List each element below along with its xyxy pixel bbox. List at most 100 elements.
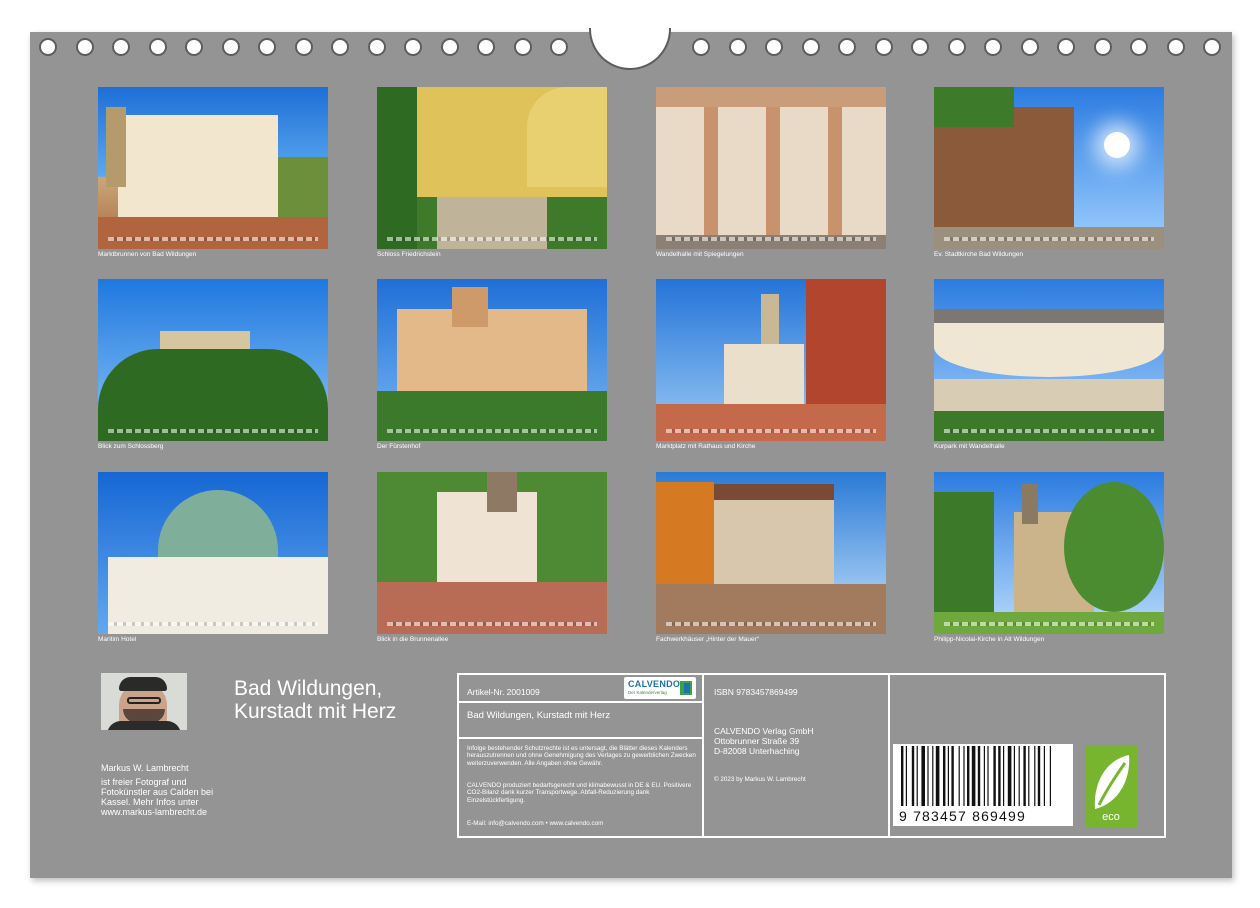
binding-hole bbox=[728, 38, 747, 56]
binding-hole bbox=[911, 38, 929, 56]
binding-hole bbox=[148, 38, 167, 56]
photo-caption: Philipp-Nicolai-Kirche in Alt Wildungen bbox=[934, 636, 1045, 643]
barcode-bar bbox=[971, 746, 976, 806]
eco-badge: eco bbox=[1085, 745, 1137, 827]
binding-hole bbox=[331, 38, 349, 56]
photo-marktplatz bbox=[656, 279, 886, 441]
barcode-bar bbox=[983, 746, 985, 806]
binding-hole bbox=[513, 38, 532, 56]
barcode-bar bbox=[967, 746, 970, 806]
binding-hole bbox=[39, 38, 57, 56]
photo-wandelhalle bbox=[656, 87, 886, 249]
binding-hole bbox=[404, 38, 422, 56]
eco-text: CALVENDO produziert bedarfsgerecht und k… bbox=[467, 782, 692, 804]
barcode-bar bbox=[958, 746, 960, 806]
barcode-bar bbox=[911, 746, 915, 806]
photo-caption: Marktplatz mit Rathaus und Kirche bbox=[656, 443, 756, 450]
barcode-bar bbox=[1043, 746, 1045, 806]
barcode-bar bbox=[993, 746, 996, 806]
binding-hole bbox=[947, 38, 966, 56]
binding-hole bbox=[874, 38, 893, 56]
photo-kurpark bbox=[934, 279, 1164, 441]
calendar-title-line1: Bad Wildungen, bbox=[234, 677, 383, 700]
eco-label: eco bbox=[1102, 811, 1120, 823]
binding-hole bbox=[550, 38, 568, 56]
author-photo bbox=[101, 673, 187, 730]
binding-hole bbox=[221, 38, 240, 56]
publisher-city: D-82008 Unterhaching bbox=[714, 746, 800, 756]
photo-stadtkirche bbox=[934, 87, 1164, 249]
binding-hole bbox=[984, 38, 1002, 56]
barcode-bar bbox=[916, 746, 918, 806]
photo-caption: Schloss Friedrichstein bbox=[377, 251, 441, 258]
article-number: Artikel-Nr. 2001009 bbox=[467, 687, 540, 697]
calendar-title: Bad Wildungen, Kurstadt mit Herz bbox=[234, 677, 396, 723]
calvendo-logo: CALVENDO Der Kalenderverlag bbox=[624, 677, 696, 699]
binding-hole bbox=[185, 38, 203, 56]
binding-hole bbox=[477, 38, 495, 56]
binding-hole bbox=[112, 38, 130, 56]
barcode-digits: 9 783457 869499 bbox=[899, 808, 1026, 824]
author-bio: ist freier Fotograf und Fotokünstler aus… bbox=[101, 777, 214, 817]
barcode-bar bbox=[932, 746, 934, 806]
binding-hole bbox=[258, 38, 276, 56]
barcode-bar bbox=[1034, 746, 1036, 806]
photo-marktbrunnen bbox=[98, 87, 328, 249]
photo-caption: Blick zum Schlossberg bbox=[98, 443, 164, 450]
calendar-title-line2: Kurstadt mit Herz bbox=[234, 700, 397, 723]
binding-hole bbox=[1057, 38, 1075, 56]
publisher-street: Ottobrunner Straße 39 bbox=[714, 736, 800, 746]
binding-hole bbox=[692, 38, 710, 56]
photo-caption: Fachwerkhäuser „Hinter der Mauer“ bbox=[656, 636, 759, 643]
binding-hole bbox=[440, 38, 459, 56]
binding-hole bbox=[1130, 38, 1148, 56]
photo-caption: Marktbrunnen von Bad Wildungen bbox=[98, 251, 197, 258]
photo-caption: Blick in die Brunnenallee bbox=[377, 636, 449, 643]
calvendo-logo-tagline: Der Kalenderverlag bbox=[628, 690, 667, 695]
barcode-bar bbox=[901, 746, 904, 806]
barcode-bar bbox=[1018, 746, 1020, 806]
binding-hole bbox=[75, 38, 94, 56]
author-name: Markus W. Lambrecht bbox=[101, 763, 189, 773]
photo-caption: Ev. Stadtkirche Bad Wildungen bbox=[934, 251, 1024, 258]
barcode-bar bbox=[1028, 746, 1030, 806]
photo-caption: Kurpark mit Wandelhalle bbox=[934, 443, 1005, 450]
calvendo-mark-icon bbox=[684, 683, 690, 693]
barcode-bar bbox=[977, 746, 981, 806]
photo-maritim-hotel bbox=[98, 472, 328, 634]
photo-brunnenallee bbox=[377, 472, 607, 634]
leaf-icon bbox=[1094, 755, 1130, 809]
barcode-bar bbox=[1013, 746, 1015, 806]
publisher-name: CALVENDO Verlag GmbH bbox=[714, 726, 814, 736]
barcode-bar bbox=[963, 746, 965, 806]
binding-hole bbox=[294, 38, 313, 56]
photo-philipp-nicolai-kirche bbox=[934, 472, 1164, 634]
photo-caption: Wandelhalle mit Spiegelungen bbox=[656, 251, 744, 258]
barcode-bar bbox=[987, 746, 989, 806]
copyright: © 2023 by Markus W. Lambrecht bbox=[714, 776, 806, 783]
product-title: Bad Wildungen, Kurstadt mit Herz bbox=[467, 710, 611, 721]
photo-schlossberg bbox=[98, 279, 328, 441]
barcode-bar bbox=[943, 746, 946, 806]
binding-hole bbox=[838, 38, 856, 56]
binding-hole bbox=[1166, 38, 1185, 56]
barcode-bar bbox=[1049, 746, 1051, 806]
barcode-bar bbox=[951, 746, 954, 806]
binding-hole bbox=[1093, 38, 1112, 56]
divider bbox=[459, 737, 702, 739]
isbn: ISBN 9783457869499 bbox=[714, 687, 798, 697]
barcode-bar bbox=[1037, 746, 1041, 806]
binding-hole bbox=[367, 38, 386, 56]
barcode-bar bbox=[998, 746, 1001, 806]
photo-caption: Der Fürstenhof bbox=[377, 443, 421, 450]
photo-schloss-friedrichstein bbox=[377, 87, 607, 249]
barcode: 9 783457 869499 bbox=[893, 744, 1073, 826]
barcode-bars bbox=[901, 746, 1051, 806]
binding-hole bbox=[1020, 38, 1039, 56]
binding-hole bbox=[801, 38, 820, 56]
barcode-bar bbox=[921, 746, 925, 806]
barcode-bar bbox=[935, 746, 940, 806]
barcode-bar bbox=[1007, 746, 1012, 806]
binding-hole bbox=[1203, 38, 1221, 56]
barcode-bar bbox=[905, 746, 907, 806]
